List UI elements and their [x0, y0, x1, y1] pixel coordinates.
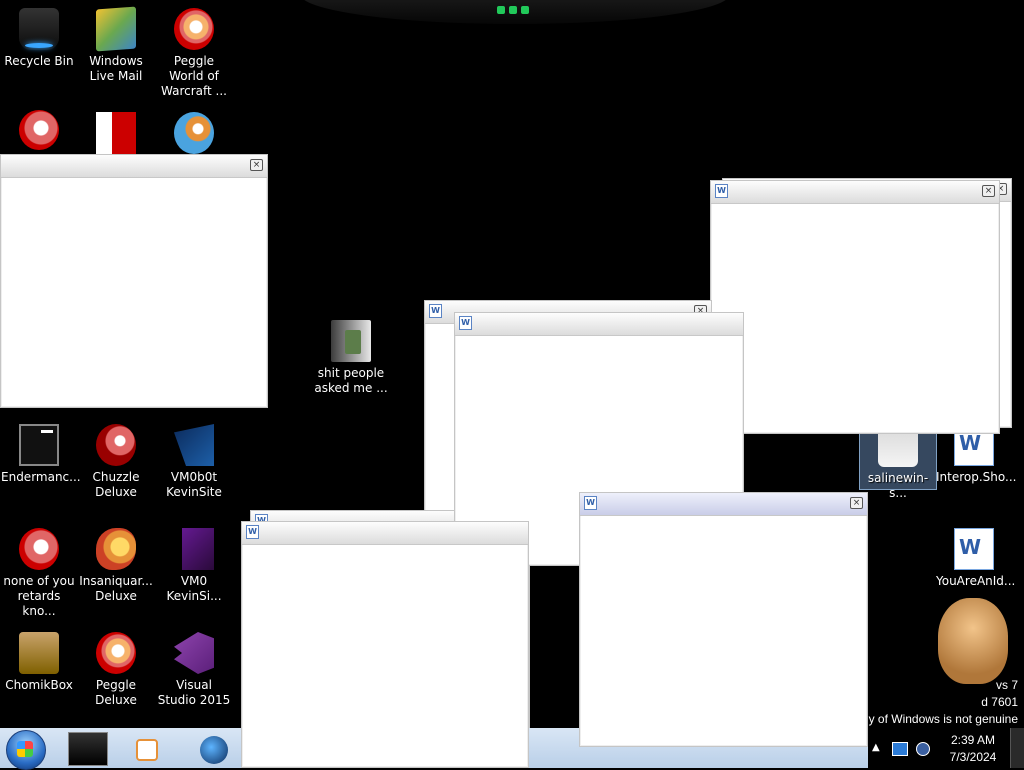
taskbar-endermanch-button[interactable]: [68, 732, 108, 766]
app-icon: [19, 110, 59, 150]
window-titlebar[interactable]: W ×: [711, 181, 999, 204]
desktop-icon-insaniquarium[interactable]: Insaniquar... Deluxe: [78, 528, 154, 604]
vmware-icon: [174, 424, 214, 466]
window-titlebar[interactable]: ×: [1, 155, 267, 178]
window-titlebar[interactable]: W: [242, 522, 528, 545]
peggle-icon: [96, 632, 136, 674]
desktop-icon-chuzzle-deluxe[interactable]: Chuzzle Deluxe: [78, 424, 154, 500]
desktop-icon-label: Endermanc...: [1, 470, 81, 484]
desktop-icon-label: Insaniquar... Deluxe: [79, 574, 153, 603]
action-center-icon[interactable]: [916, 742, 930, 756]
word-icon: W: [246, 525, 259, 539]
clock-date: 7/3/2024: [949, 750, 997, 764]
chomikbox-icon: [19, 632, 59, 674]
mail-icon: [96, 6, 136, 52]
word-document-icon: [954, 528, 994, 570]
desktop-icon-visual-studio[interactable]: Visual Studio 2015: [156, 632, 232, 708]
desktop-icon-windows-live-mail[interactable]: Windows Live Mail: [78, 6, 154, 84]
build-watermark: d 7601: [981, 695, 1018, 709]
desktop-icon-label: Recycle Bin: [4, 54, 74, 68]
word-icon: W: [584, 496, 597, 510]
visual-studio-icon: [174, 632, 214, 674]
endermanch-icon: [19, 424, 59, 466]
chuzzle-icon: [96, 424, 136, 466]
window-titlebar[interactable]: W: [455, 313, 743, 336]
app-icon: [96, 112, 136, 154]
start-button[interactable]: [6, 730, 46, 770]
word-icon: W: [459, 316, 472, 330]
insaniquarium-icon: [96, 528, 136, 570]
desktop-icon-label: Peggle World of Warcraft ...: [161, 54, 227, 98]
desktop-icon-label: Chuzzle Deluxe: [92, 470, 140, 499]
desktop-icon-label: YouAreAnId...: [936, 574, 1016, 588]
peggle-icon: [174, 8, 214, 50]
desktop-icon-label: Windows Live Mail: [89, 54, 143, 83]
desktop-icon-peggle-deluxe[interactable]: Peggle Deluxe: [78, 632, 154, 708]
popup-window-bottom-left[interactable]: W: [241, 521, 529, 768]
desktop-icon-vm0-kevinsi[interactable]: VM0 KevinSi...: [156, 528, 232, 604]
desktop-icon-label: VM0b0t KevinSite: [166, 470, 222, 499]
desktop-icon-label: salinewin-s...: [867, 471, 929, 500]
file-icon: [182, 528, 214, 570]
desktop-icon-label: Peggle Deluxe: [95, 678, 137, 707]
desktop-hamster-pet[interactable]: [938, 598, 1008, 684]
popup-window-front[interactable]: W ×: [579, 492, 868, 747]
close-icon[interactable]: ×: [850, 497, 863, 509]
desktop-icon-shit-people-folder[interactable]: shit people asked me ...: [313, 320, 389, 396]
desktop-icon-peggle-world[interactable]: Peggle World of Warcraft ...: [156, 8, 232, 99]
desktop-icon-label: ChomikBox: [5, 678, 73, 692]
desktop-icon-label: VM0 KevinSi...: [166, 574, 222, 603]
show-desktop-button[interactable]: [1010, 728, 1024, 768]
word-icon: W: [715, 184, 728, 198]
genuine-warning-watermark: y of Windows is not genuine: [868, 712, 1018, 726]
desktop-icon-partial-3[interactable]: [156, 112, 232, 158]
desktop-icon-endermanch[interactable]: Endermanc...: [1, 424, 81, 485]
popup-window-left[interactable]: ×: [0, 154, 268, 408]
desktop-icon-you-are-an-idiot[interactable]: YouAreAnId...: [936, 528, 1016, 589]
app-icon: [19, 528, 59, 570]
folder-icon: [331, 320, 371, 362]
taskbar-media-player-button[interactable]: [124, 732, 172, 766]
desktop-icon-vm0b0t-kevinsite[interactable]: VM0b0t KevinSite: [156, 424, 232, 500]
desktop-icon-label: Interop.Sho...: [936, 470, 1017, 484]
show-hidden-icons-arrow[interactable]: ▲: [872, 742, 886, 754]
taskbar-browser-button[interactable]: [192, 732, 240, 766]
window-titlebar[interactable]: W ×: [580, 493, 867, 516]
network-monitor-icon[interactable]: [892, 742, 908, 756]
desktop-icon-label: none of you retards kno...: [3, 574, 75, 618]
desktop-icon-partial-1[interactable]: [1, 110, 77, 154]
build-watermark: vs 7: [995, 678, 1018, 692]
desktop-icon-none-of-you[interactable]: none of you retards kno...: [1, 528, 77, 619]
word-icon: W: [429, 304, 442, 318]
popup-window-right[interactable]: W ×: [710, 180, 1000, 434]
desktop-icon-label: Visual Studio 2015: [157, 678, 231, 707]
desktop-icon-chomikbox[interactable]: ChomikBox: [1, 632, 77, 693]
app-icon: [174, 112, 214, 154]
desktop-icon-label: shit people asked me ...: [314, 366, 388, 395]
clock-time: 2:39 AM: [950, 733, 996, 747]
close-icon[interactable]: ×: [982, 185, 995, 197]
close-icon[interactable]: ×: [250, 159, 263, 171]
desktop-icon-partial-2[interactable]: [78, 112, 154, 158]
wallpaper-dots: [497, 6, 529, 14]
recycle-bin-icon: [19, 8, 59, 50]
desktop-icon-recycle-bin[interactable]: Recycle Bin: [1, 8, 77, 69]
taskbar-clock[interactable]: 2:39 AM 7/3/2024: [942, 732, 1004, 766]
